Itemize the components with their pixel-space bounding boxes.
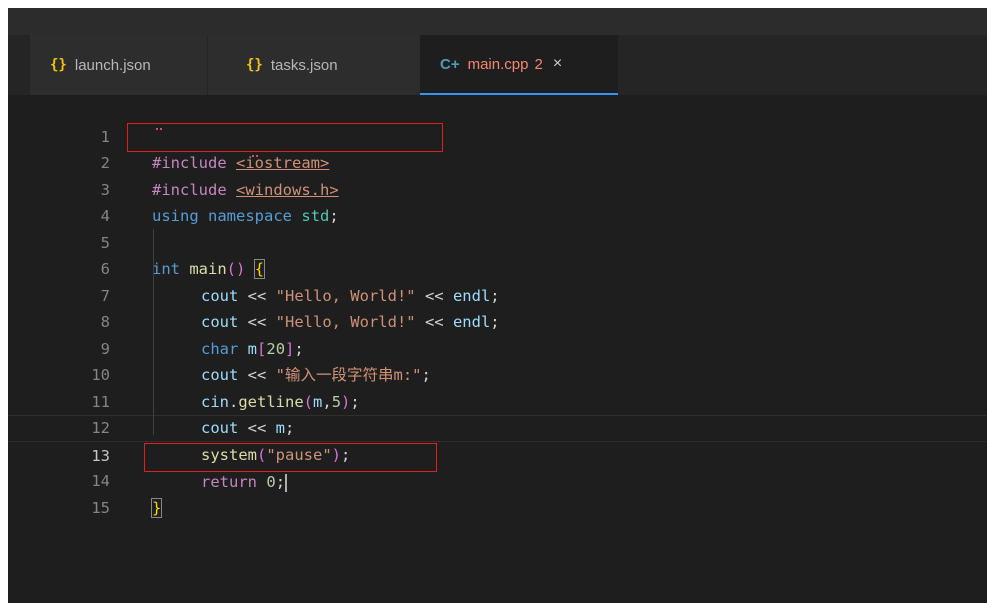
tab-main-cpp[interactable]: C+ main.cpp 2 × [420, 35, 618, 95]
error-squiggle [252, 152, 258, 157]
code-line: 8 char m[20]; [8, 283, 987, 358]
code-line: 6 cout << "Hello, World!" << endl; [8, 230, 987, 305]
code-line: 2 #include <windows.h> [8, 124, 987, 199]
code-editor[interactable]: 1 #include <iostream> 2 #include <window… [8, 95, 987, 603]
code-line: 3 using namespace std; [8, 150, 987, 226]
indent-guide [153, 229, 154, 435]
code-line: 11 cout << m; [8, 362, 987, 438]
tab-bar: {} launch.json {} tasks.json C+ main.cpp… [8, 35, 987, 95]
tab-launch-json[interactable]: {} launch.json [30, 35, 208, 95]
tab-label: tasks.json [270, 56, 338, 74]
code-line: 12 system("pause"); [8, 389, 987, 464]
matched-brace: } [150, 497, 163, 518]
code-line: 4 [8, 177, 987, 225]
code-line: 9 cout << "输入一段字符串m:"; [8, 309, 987, 385]
code-line: 14 } [8, 442, 987, 518]
problems-count-badge: 2 [534, 55, 543, 73]
code-line: 15 [8, 468, 987, 517]
tab-label: main.cpp [467, 55, 529, 73]
editor-window: {} launch.json {} tasks.json C+ main.cpp… [8, 8, 987, 603]
code-line: 1 #include <iostream> [8, 97, 987, 173]
code-line: 7 cout << "Hello, World!" << endl; [8, 256, 987, 332]
tab-label: launch.json [74, 56, 151, 74]
line-number: 15 [91, 498, 110, 517]
tab-tasks-json[interactable]: {} tasks.json [208, 35, 420, 95]
cpp-file-icon: C+ [440, 55, 460, 73]
code-line: 5 int main() { [8, 203, 987, 279]
json-braces-icon: {} [246, 57, 263, 73]
code-line-current: 13 return 0; [8, 415, 987, 492]
json-braces-icon: {} [50, 57, 67, 73]
title-strip [8, 8, 987, 35]
code-line: 10 cin.getline(m,5); [8, 336, 987, 411]
error-squiggle [156, 125, 162, 130]
close-icon[interactable]: × [553, 55, 562, 73]
